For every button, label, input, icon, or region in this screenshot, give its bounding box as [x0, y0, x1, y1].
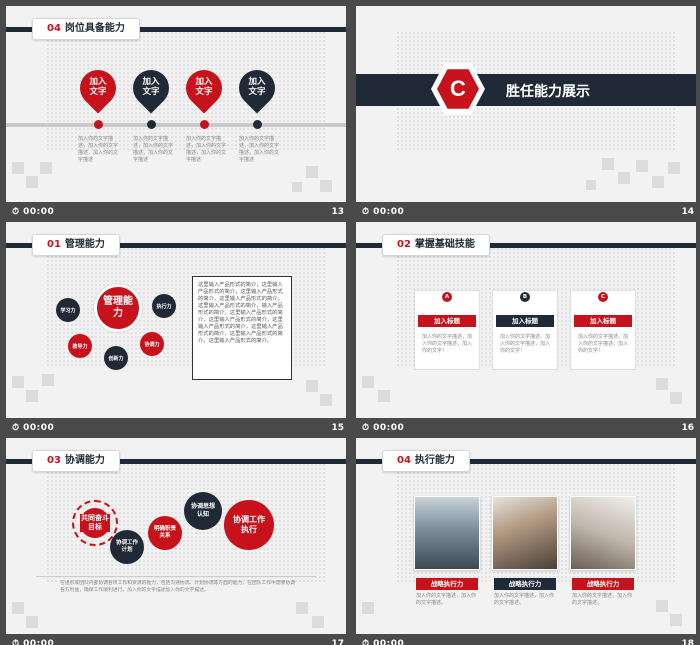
badge-b: B [520, 292, 530, 302]
page-number: 14 [681, 207, 694, 217]
title-bar: 04 执行能力 [356, 450, 696, 472]
center-circle: 管理能力 [94, 284, 142, 332]
card-c-text: 加入你的文字描述，加入你的文字描述，加入你的文字！ [578, 334, 629, 354]
gear-execution: 协调工作执行 [224, 500, 274, 550]
slide-title: 01 管理能力 [32, 234, 120, 256]
pin-1-label: 加入文字 [89, 77, 107, 97]
paragraph: 这里输入产品形式的简介，这里输入产品形式的简介，这里输入产品形式的简介，这里输入… [198, 282, 283, 344]
slide-16[interactable]: 02 掌握基础技能 A 加入标题 加入你的文字描述，加入你的文字描述，加入你的文字… [356, 222, 696, 418]
slide-title: 03 协调能力 [32, 450, 120, 472]
slide-14[interactable]: C 胜任能力展示 [356, 6, 696, 202]
card-a-label: 加入标题 [418, 315, 476, 327]
office-photo-1 [414, 496, 480, 570]
footer-13: ⏱ 00:00 13 [6, 202, 358, 224]
skill-card-c [570, 290, 636, 370]
slide-17[interactable]: 03 协调能力 共同奋斗目标 协调工作计划 明确职责关系 协调思想认知 协调工作执… [6, 438, 346, 634]
section-letter: C [450, 76, 466, 101]
section-title: 胜任能力展示 [506, 84, 590, 100]
skill-card-a [414, 290, 480, 370]
dot-4 [253, 120, 262, 129]
slide-title: 02 掌握基础技能 [382, 234, 490, 256]
card-b-label: 加入标题 [496, 315, 554, 327]
slide-15[interactable]: 01 管理能力 管理能力 学习力 执行力 教导力 协调力 创新力 这里输入产品形式… [6, 222, 346, 418]
bubble-execution: 执行力 [152, 294, 176, 318]
office-photo-2 [492, 496, 558, 570]
mosaic-deco [6, 368, 346, 418]
timeline-line [6, 123, 346, 127]
title-bar: 02 掌握基础技能 [356, 234, 696, 256]
slide-18[interactable]: 04 执行能力 战略执行力 加入你的文字描述，加入你的文字描述。 战略执行力 加入… [356, 438, 696, 634]
slide-title: 04 执行能力 [382, 450, 470, 472]
mosaic-deco [356, 584, 696, 634]
dot-2 [147, 120, 156, 129]
page-number: 16 [681, 423, 694, 433]
title-bar: 01 管理能力 [6, 234, 346, 256]
skill-card-b [492, 290, 558, 370]
title-bar: 04 岗位具备能力 [6, 18, 346, 40]
office-photo-3 [570, 496, 636, 570]
footer-16: ⏱ 00:00 16 [356, 418, 700, 440]
pin-2-label: 加入文字 [142, 77, 160, 97]
mosaic-deco [6, 584, 346, 634]
footer-15: ⏱ 00:00 15 [6, 418, 358, 440]
page-number: 13 [331, 207, 344, 217]
pin-3-label: 加入文字 [195, 77, 213, 97]
dot-3 [200, 120, 209, 129]
footer-time: ⏱ 00:00 [362, 207, 405, 217]
footer-time: ⏱ 00:00 [12, 207, 55, 217]
pin-4-label: 加入文字 [248, 77, 266, 97]
footer-time: ⏱ 00:00 [362, 639, 405, 645]
footer-time: ⏱ 00:00 [362, 423, 405, 433]
page-number: 18 [681, 639, 694, 645]
gear-duty: 明确职责关系 [148, 516, 182, 550]
card-b-text: 加入你的文字描述，加入你的文字描述，加入你的文字！ [500, 334, 551, 354]
badge-a: A [442, 292, 452, 302]
card-c-label: 加入标题 [574, 315, 632, 327]
bubble-coordination: 协调力 [140, 332, 164, 356]
mosaic-deco [6, 152, 346, 202]
mosaic-deco [356, 152, 696, 202]
footer-14: ⏱ 00:00 14 [356, 202, 700, 224]
gear-plan: 协调工作计划 [110, 530, 144, 564]
footer-time: ⏱ 00:00 [12, 423, 55, 433]
gear-thought: 协调思想认知 [184, 492, 222, 530]
card-a-text: 加入你的文字描述，加入你的文字描述，加入你的文字！ [422, 334, 473, 354]
bubble-innovation: 创新力 [104, 346, 128, 370]
bubble-teaching: 教导力 [68, 334, 92, 358]
page-number: 15 [331, 423, 344, 433]
slide-13[interactable]: 04 岗位具备能力 加入文字 加入文字 加入文字 加入文字 加入你的文字描述，加入… [6, 6, 346, 202]
slide-title: 04 岗位具备能力 [32, 18, 140, 40]
badge-c: C [598, 292, 608, 302]
footer-17: ⏱ 00:00 17 [6, 634, 358, 645]
bubble-learning: 学习力 [56, 298, 80, 322]
footer-time: ⏱ 00:00 [12, 639, 55, 645]
page-number: 17 [331, 639, 344, 645]
text-box: 这里输入产品形式的简介，这里输入产品形式的简介，这里输入产品形式的简介，这里输入… [192, 276, 292, 380]
footer-18: ⏱ 00:00 18 [356, 634, 700, 645]
dot-1 [94, 120, 103, 129]
mosaic-deco [356, 368, 696, 418]
divider [36, 576, 316, 577]
title-bar: 03 协调能力 [6, 450, 346, 472]
